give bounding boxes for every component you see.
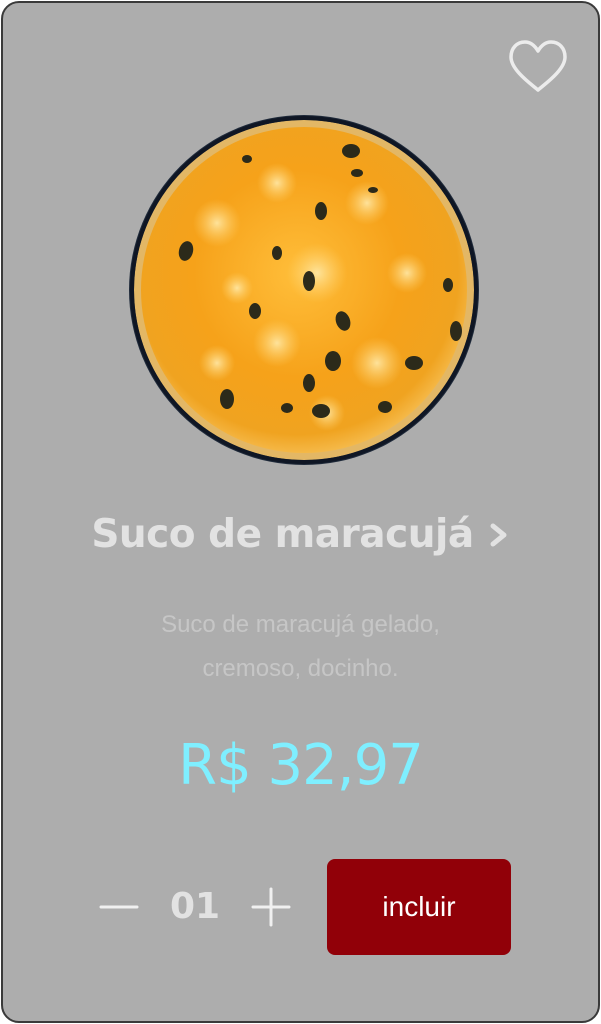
product-card: Suco de maracujá Suco de maracujá gelado… (1, 1, 600, 1023)
quantity-stepper: 01 incluir (97, 859, 517, 955)
heart-icon (509, 40, 567, 92)
add-to-order-button[interactable]: incluir (327, 859, 511, 955)
product-image (129, 115, 479, 465)
product-price: R$ 32,97 (178, 733, 424, 798)
favorite-button[interactable] (507, 39, 569, 95)
plus-icon (251, 887, 291, 927)
increment-button[interactable] (249, 885, 293, 929)
product-title: Suco de maracujá (91, 511, 474, 557)
description-line: cremoso, docinho. (202, 655, 399, 682)
minus-icon (99, 905, 139, 909)
product-title-link[interactable]: Suco de maracujá (3, 499, 598, 569)
product-description: Suco de maracujá gelado, cremoso, docinh… (63, 603, 538, 691)
quantity-value: 01 (169, 886, 221, 927)
description-line: Suco de maracujá gelado, (161, 611, 440, 638)
decrement-button[interactable] (97, 885, 141, 929)
chevron-right-icon (490, 523, 507, 547)
